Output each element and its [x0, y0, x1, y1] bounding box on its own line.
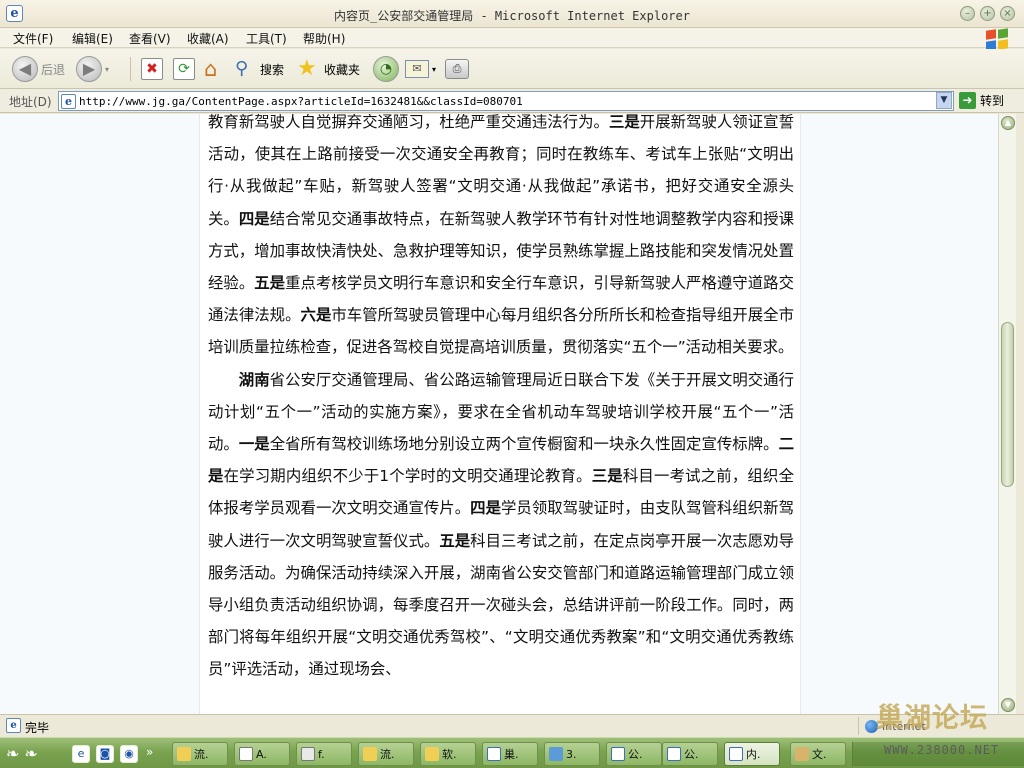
toolbar-separator — [130, 57, 131, 81]
close-button[interactable]: × — [1000, 6, 1015, 21]
home-button[interactable]: ⌂ — [204, 55, 228, 83]
back-label: 后退 — [41, 62, 66, 77]
menu-file[interactable]: 文件(F) — [13, 30, 53, 47]
search-icon: ⚲ — [235, 58, 249, 79]
go-label: 转到 — [980, 94, 1005, 108]
mail-button[interactable]: ✉ ▾ — [405, 55, 436, 83]
article-paragraph-2: 湖南省公安厅交通管理局、省公路运输管理局近日联合下发《关于开展文明交通行动计划“… — [208, 370, 794, 679]
right-margin — [800, 114, 998, 714]
forward-button[interactable]: ▶ ▾ — [76, 55, 109, 83]
quicklaunch-media-icon[interactable]: ◉ — [120, 745, 138, 763]
folder-icon — [177, 747, 191, 761]
document-icon — [795, 747, 809, 761]
taskbar: ❧ ❧ e ◙ ◉ » 流. A. f. 流. 软. 巢. 3. 公. 公. 内… — [0, 737, 1024, 768]
refresh-button[interactable]: ⟳ — [173, 55, 195, 83]
print-button[interactable]: ⎙ — [445, 55, 469, 83]
star-icon: ★ — [297, 56, 317, 81]
back-button[interactable]: ◀ 后退 — [12, 55, 65, 83]
menu-favorites[interactable]: 收藏(A) — [187, 30, 229, 47]
quicklaunch-app-icon[interactable]: ◙ — [96, 745, 114, 763]
taskbar-item-2[interactable]: A. — [234, 742, 290, 766]
article-body: 教育新驾驶人自觉摒弃交通陋习，杜绝严重交通违法行为。三是开展新驾驶人领证宣誓活动… — [208, 114, 794, 686]
ie-icon — [667, 747, 681, 761]
left-margin — [0, 114, 200, 714]
taskbar-item-6[interactable]: 巢. — [482, 742, 538, 766]
favorites-label: 收藏夹 — [324, 62, 361, 77]
watermark-logo: 巢湖论坛 — [876, 703, 988, 734]
title-bar: e 内容页_公安部交通管理局 - Microsoft Internet Expl… — [0, 0, 1024, 28]
go-arrow-icon: ➜ — [959, 92, 976, 109]
vertical-scrollbar[interactable]: ▲ ▼ — [998, 114, 1016, 714]
status-bar: e 完毕 Internet — [0, 714, 1024, 736]
history-button[interactable]: ◔ — [373, 55, 399, 83]
taskbar-item-3[interactable]: f. — [296, 742, 352, 766]
forward-arrow-icon: ▶ — [76, 56, 102, 82]
address-bar: 地址(D) e http://www.jg.ga/ContentPage.asp… — [0, 89, 1024, 113]
watermark-url: WWW.238000.NET — [884, 743, 1000, 757]
scroll-up-icon[interactable]: ▲ — [1001, 116, 1015, 130]
maximize-button[interactable]: + — [980, 6, 995, 21]
stop-icon: ✖ — [141, 58, 163, 80]
go-button[interactable]: ➜ 转到 — [959, 92, 1004, 109]
ie-icon — [611, 747, 625, 761]
menu-bar: 文件(F) 编辑(E) 查看(V) 收藏(A) 工具(T) 帮助(H) — [0, 28, 1024, 48]
search-button[interactable]: ⚲ 搜索 — [235, 55, 284, 83]
refresh-icon: ⟳ — [173, 58, 195, 80]
menu-view[interactable]: 查看(V) — [129, 30, 171, 47]
page-content: 教育新驾驶人自觉摒弃交通陋习，杜绝严重交通违法行为。三是开展新驾驶人领证宣誓活动… — [0, 114, 998, 714]
windows-logo-icon — [984, 27, 1012, 51]
window-title: 内容页_公安部交通管理局 - Microsoft Internet Explor… — [334, 9, 690, 23]
address-input[interactable]: e http://www.jg.ga/ContentPage.aspx?arti… — [58, 91, 954, 111]
page-icon: e — [61, 94, 76, 109]
folder-icon — [363, 747, 377, 761]
scroll-thumb[interactable] — [1001, 322, 1014, 487]
quicklaunch-expand-icon[interactable]: » — [146, 745, 153, 759]
menu-help[interactable]: 帮助(H) — [303, 30, 345, 47]
home-icon: ⌂ — [204, 57, 218, 81]
image-icon — [549, 747, 563, 761]
toolbar: ◀ 后退 ▶ ▾ ✖ ⟳ ⌂ ⚲ 搜索 ★ 收藏夹 ◔ ✉ ▾ ⎙ — [0, 49, 1024, 89]
status-text: 完毕 — [25, 721, 50, 735]
minimize-button[interactable]: – — [960, 6, 975, 21]
ie-icon — [729, 747, 743, 761]
ie-icon — [487, 747, 501, 761]
folder-icon — [425, 747, 439, 761]
address-url: http://www.jg.ga/ContentPage.aspx?articl… — [79, 95, 523, 108]
page-done-icon: e — [6, 718, 21, 733]
favorites-button[interactable]: ★ 收藏夹 — [297, 55, 360, 83]
taskbar-item-11[interactable]: 文. — [790, 742, 846, 766]
printer-icon: ⎙ — [445, 59, 469, 79]
taskbar-item-4[interactable]: 流. — [358, 742, 414, 766]
start-button[interactable]: ❧ ❧ — [6, 743, 54, 765]
menu-tools[interactable]: 工具(T) — [246, 30, 287, 47]
taskbar-item-1[interactable]: 流. — [172, 742, 228, 766]
start-logo-icon: ❧ ❧ — [6, 744, 38, 763]
search-label: 搜索 — [260, 62, 285, 77]
taskbar-item-5[interactable]: 软. — [420, 742, 476, 766]
document-icon — [239, 747, 253, 761]
quicklaunch-ie-icon[interactable]: e — [72, 745, 90, 763]
taskbar-item-active[interactable]: 内. — [724, 742, 780, 766]
taskbar-item-8[interactable]: 公. — [606, 742, 662, 766]
mail-icon: ✉ — [405, 60, 429, 78]
address-label: 地址(D) — [9, 95, 52, 109]
history-icon: ◔ — [373, 56, 399, 82]
address-dropdown-button[interactable]: ▼ — [936, 92, 952, 109]
back-arrow-icon: ◀ — [12, 56, 38, 82]
taskbar-item-9[interactable]: 公. — [662, 742, 718, 766]
taskbar-item-7[interactable]: 3. — [544, 742, 600, 766]
article-paragraph-1: 教育新驾驶人自觉摒弃交通陋习，杜绝严重交通违法行为。三是开展新驾驶人领证宣誓活动… — [208, 114, 794, 357]
scroll-down-icon[interactable]: ▼ — [1001, 698, 1015, 712]
app-icon — [301, 747, 315, 761]
stop-button[interactable]: ✖ — [141, 55, 163, 83]
menu-edit[interactable]: 编辑(E) — [72, 30, 113, 47]
